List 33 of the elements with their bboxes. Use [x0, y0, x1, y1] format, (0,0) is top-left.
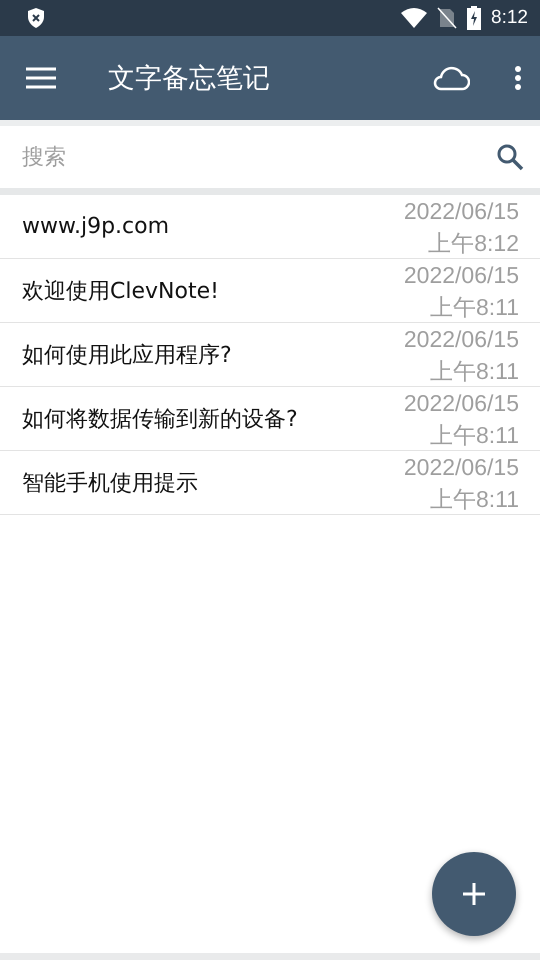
note-date: 2022/06/15	[404, 196, 519, 226]
note-time: 上午8:11	[430, 292, 519, 322]
search-field[interactable]: 搜索	[22, 144, 496, 170]
cloud-icon[interactable]	[432, 65, 470, 91]
plus-icon	[462, 882, 486, 906]
battery-icon	[467, 6, 482, 30]
no-sim-icon	[437, 7, 458, 29]
note-item[interactable]: 欢迎使用ClevNote! 2022/06/15 上午8:11	[0, 259, 540, 323]
note-date: 2022/06/15	[404, 388, 519, 418]
note-time: 上午8:12	[428, 228, 519, 258]
wifi-icon	[401, 7, 428, 29]
add-note-button[interactable]	[432, 852, 516, 936]
note-time: 上午8:11	[430, 356, 519, 386]
note-title: 智能手机使用提示	[22, 470, 199, 498]
note-date: 2022/06/15	[404, 324, 519, 354]
shield-icon	[26, 7, 46, 29]
note-title: www.j9p.com	[22, 214, 170, 239]
app-title: 文字备忘笔记	[108, 62, 271, 96]
search-icon[interactable]	[496, 143, 524, 171]
note-title: 如何将数据传输到新的设备?	[22, 406, 299, 434]
note-time: 上午8:11	[430, 484, 519, 514]
note-date: 2022/06/15	[404, 452, 519, 482]
note-time: 上午8:11	[430, 420, 519, 450]
note-item[interactable]: 如何将数据传输到新的设备? 2022/06/15 上午8:11	[0, 387, 540, 451]
status-time: 8:12	[491, 7, 528, 29]
note-title: 如何使用此应用程序?	[22, 342, 233, 370]
note-date: 2022/06/15	[404, 260, 519, 290]
note-item[interactable]: 如何使用此应用程序? 2022/06/15 上午8:11	[0, 323, 540, 387]
note-item[interactable]: 智能手机使用提示 2022/06/15 上午8:11	[0, 451, 540, 515]
more-options-icon[interactable]	[514, 65, 522, 91]
note-title: 欢迎使用ClevNote!	[22, 278, 220, 306]
note-item[interactable]: www.j9p.com 2022/06/15 上午8:12	[0, 195, 540, 259]
menu-icon[interactable]	[26, 67, 56, 89]
